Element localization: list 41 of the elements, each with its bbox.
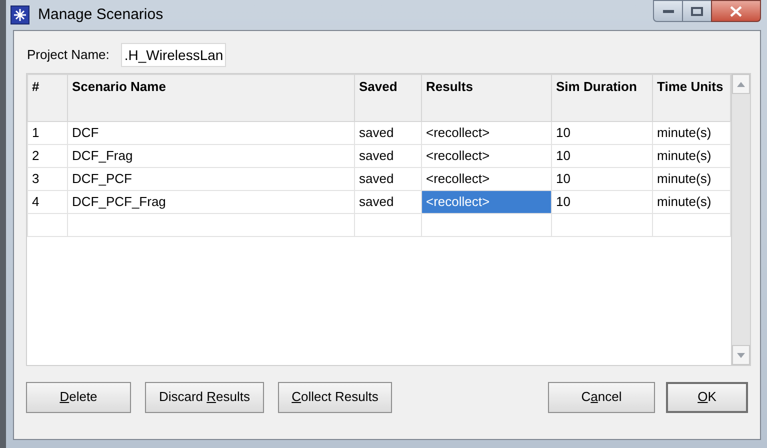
- table-cell: 10: [552, 122, 652, 144]
- column-header[interactable]: Scenario Name: [68, 74, 354, 122]
- down-arrow-icon: [737, 352, 745, 358]
- table-cell: 1: [28, 122, 68, 144]
- table-cell: 4: [28, 190, 68, 214]
- window-title: Manage Scenarios: [38, 4, 164, 25]
- table-cell: 10: [552, 168, 652, 190]
- up-arrow-icon: [737, 82, 745, 86]
- minimize-icon: [662, 10, 674, 12]
- column-header[interactable]: Time Units: [652, 74, 730, 122]
- close-button[interactable]: [711, 0, 761, 22]
- dialog-button[interactable]: Collect Results: [278, 382, 392, 412]
- table-cell: DCF: [68, 122, 354, 144]
- table-cell: DCF_PCF: [68, 168, 354, 190]
- table-cell: DCF_PCF_Frag: [68, 190, 354, 214]
- table-cell: 10: [552, 144, 652, 168]
- app-icon: [10, 5, 30, 25]
- table-cell[interactable]: <recollect>: [422, 122, 552, 144]
- column-header[interactable]: Saved: [354, 74, 422, 122]
- table-cell[interactable]: <recollect>: [422, 144, 552, 168]
- table-cell: 10: [552, 190, 652, 214]
- column-header[interactable]: Results: [422, 74, 552, 122]
- maximize-button[interactable]: [683, 0, 711, 22]
- dialog-button[interactable]: Discard Results: [145, 382, 264, 412]
- dialog-button[interactable]: Cancel: [548, 382, 655, 412]
- maximize-icon: [691, 6, 703, 16]
- minimize-button[interactable]: [653, 0, 683, 22]
- table-cell[interactable]: <recollect>: [422, 190, 552, 214]
- project-name-label: Project Name:: [27, 46, 110, 64]
- column-header[interactable]: #: [28, 74, 68, 122]
- table-cell: saved: [354, 122, 422, 144]
- table-cell: saved: [354, 144, 422, 168]
- dialog-button[interactable]: OK: [666, 382, 748, 412]
- table-cell: DCF_Frag: [68, 144, 354, 168]
- column-header[interactable]: Sim Duration: [552, 74, 652, 122]
- dialog-button[interactable]: Delete: [26, 382, 131, 412]
- project-name-field[interactable]: .H_WirelessLan: [121, 43, 226, 67]
- close-icon: [730, 6, 742, 16]
- table-cell: saved: [354, 168, 422, 190]
- table-cell: 2: [28, 144, 68, 168]
- table-cell: 3: [28, 168, 68, 190]
